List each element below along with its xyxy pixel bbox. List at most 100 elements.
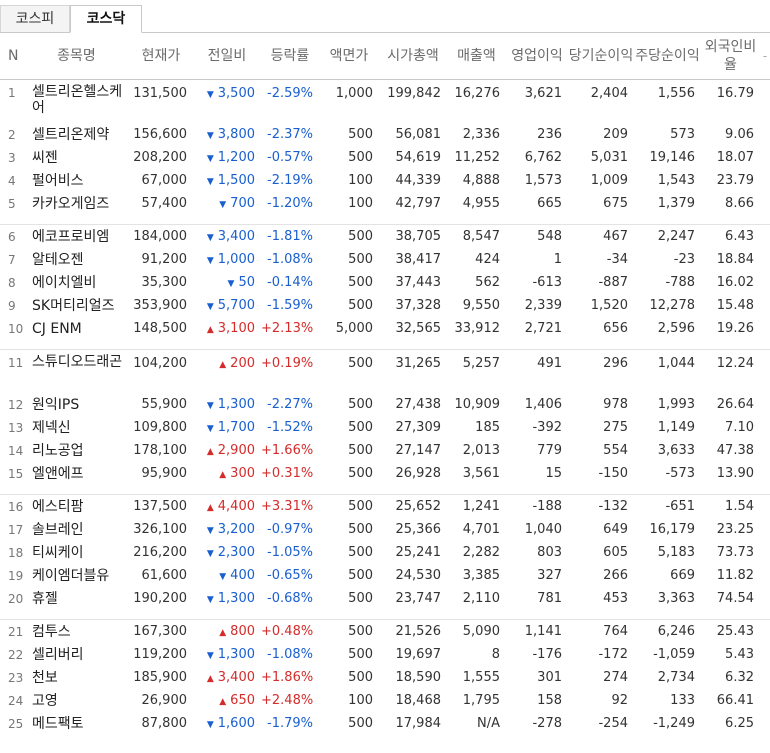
table-row[interactable]: 9 SK머티리얼즈 353,900 ▼ 5,700 -1.59% 500 37,3… bbox=[0, 294, 770, 317]
operating-profit: -392 bbox=[532, 420, 562, 435]
table-row[interactable]: 20 휴젤 190,200 ▼ 1,300 -0.68% 500 23,747 2… bbox=[0, 587, 770, 610]
table-row[interactable]: 22 셀리버리 119,200 ▼ 1,300 -1.08% 500 19,697… bbox=[0, 643, 770, 666]
table-row[interactable]: 6 에코프로비엠 184,000 ▼ 3,400 -1.81% 500 38,70… bbox=[0, 225, 770, 249]
stock-name-link[interactable]: 휴젤 bbox=[24, 587, 129, 610]
stock-name-link[interactable]: SK머티리얼즈 bbox=[24, 294, 129, 317]
table-row[interactable]: 7 알테오젠 91,200 ▼ 1,000 -1.08% 500 38,417 4… bbox=[0, 248, 770, 271]
table-row[interactable]: 25 메드팩토 87,800 ▼ 1,600 -1.79% 500 17,984 … bbox=[0, 712, 770, 735]
stock-name-link[interactable]: 메드팩토 bbox=[24, 712, 129, 735]
stock-name-link[interactable]: 알테오젠 bbox=[24, 248, 129, 271]
stock-name-link[interactable]: 카카오게임즈 bbox=[24, 192, 129, 215]
change-arrow-icon: ▼ bbox=[206, 549, 214, 559]
stock-name-link[interactable]: 리노공업 bbox=[24, 439, 129, 462]
stock-name-link[interactable]: 천보 bbox=[24, 666, 129, 689]
eps: 2,247 bbox=[657, 229, 695, 244]
col-header-price[interactable]: 현재가 bbox=[129, 33, 193, 80]
table-row[interactable]: 12 원익IPS 55,900 ▼ 1,300 -2.27% 500 27,438… bbox=[0, 393, 770, 416]
foreign-ratio: 47.38 bbox=[716, 443, 754, 458]
current-price: 326,100 bbox=[133, 522, 187, 537]
foreign-ratio: 23.79 bbox=[716, 173, 754, 188]
col-header-n[interactable]: N bbox=[0, 33, 24, 80]
current-price: 57,400 bbox=[141, 196, 188, 211]
eps: 2,734 bbox=[657, 670, 695, 685]
table-row[interactable]: 5 카카오게임즈 57,400 ▼ 700 -1.20% 100 42,797 4… bbox=[0, 192, 770, 215]
operating-profit: 327 bbox=[537, 568, 562, 583]
row-spacer bbox=[760, 620, 770, 644]
sales: 8,547 bbox=[462, 229, 500, 244]
foreign-ratio: 5.43 bbox=[725, 647, 754, 662]
operating-profit: 2,721 bbox=[524, 321, 562, 336]
net-income: -132 bbox=[598, 499, 628, 514]
change-arrow-icon: ▲ bbox=[206, 674, 214, 684]
change-rate: -1.52% bbox=[267, 420, 313, 435]
stock-name-link[interactable]: 고영 bbox=[24, 689, 129, 712]
stock-name-link[interactable]: 에스티팜 bbox=[24, 495, 129, 519]
row-number: 15 bbox=[8, 466, 24, 481]
par-value: 500 bbox=[348, 522, 373, 537]
stock-name-link[interactable]: 제넥신 bbox=[24, 416, 129, 439]
par-value: 500 bbox=[348, 624, 373, 639]
stock-name-link[interactable]: 씨젠 bbox=[24, 146, 129, 169]
col-header-operating-profit[interactable]: 영업이익 bbox=[506, 33, 568, 80]
table-row[interactable]: 18 티씨케이 216,200 ▼ 2,300 -1.05% 500 25,241… bbox=[0, 541, 770, 564]
stock-name-link[interactable]: 스튜디오드래곤 bbox=[24, 350, 129, 394]
tab-kosdaq[interactable]: 코스닥 bbox=[70, 5, 142, 33]
stock-name-link[interactable]: 셀리버리 bbox=[24, 643, 129, 666]
change-rate: -2.19% bbox=[267, 173, 313, 188]
table-row[interactable]: 4 펄어비스 67,000 ▼ 1,500 -2.19% 100 44,339 4… bbox=[0, 169, 770, 192]
change-value: 1,700 bbox=[217, 420, 255, 435]
table-row[interactable]: 23 천보 185,900 ▲ 3,400 +1.86% 500 18,590 1… bbox=[0, 666, 770, 689]
change-arrow-icon: ▲ bbox=[219, 697, 227, 707]
table-row[interactable]: 24 고영 26,900 ▲ 650 +2.48% 100 18,468 1,79… bbox=[0, 689, 770, 712]
table-row[interactable]: 2 셀트리온제약 156,600 ▼ 3,800 -2.37% 500 56,08… bbox=[0, 123, 770, 146]
stock-name-link[interactable]: 펄어비스 bbox=[24, 169, 129, 192]
table-row[interactable]: 15 엘앤에프 95,900 ▲ 300 +0.31% 500 26,928 3,… bbox=[0, 462, 770, 485]
col-header-market-cap[interactable]: 시가총액 bbox=[379, 33, 447, 80]
sales: 4,888 bbox=[462, 173, 500, 188]
col-header-par[interactable]: 액면가 bbox=[319, 33, 379, 80]
table-row[interactable]: 14 리노공업 178,100 ▲ 2,900 +1.66% 500 27,147… bbox=[0, 439, 770, 462]
tab-kospi[interactable]: 코스피 bbox=[0, 5, 70, 32]
change-rate: +0.31% bbox=[261, 466, 314, 481]
operating-profit: 236 bbox=[537, 127, 562, 142]
stock-name-link[interactable]: 솔브레인 bbox=[24, 518, 129, 541]
col-header-foreign-ratio[interactable]: 외국인비율 bbox=[701, 33, 760, 80]
stock-name-link[interactable]: 에코프로비엠 bbox=[24, 225, 129, 249]
par-value: 100 bbox=[348, 173, 373, 188]
stock-name-link[interactable]: 셀트리온헬스케어 bbox=[24, 80, 129, 124]
eps: 1,993 bbox=[657, 397, 695, 412]
col-header-sales[interactable]: 매출액 bbox=[447, 33, 506, 80]
table-row[interactable]: 16 에스티팜 137,500 ▲ 4,400 +3.31% 500 25,652… bbox=[0, 495, 770, 519]
table-row[interactable]: 17 솔브레인 326,100 ▼ 3,200 -0.97% 500 25,366… bbox=[0, 518, 770, 541]
change-amount: ▲ 3,100 bbox=[193, 317, 261, 340]
market-cap: 24,530 bbox=[395, 568, 442, 583]
table-row[interactable]: 10 CJ ENM 148,500 ▲ 3,100 +2.13% 5,000 32… bbox=[0, 317, 770, 340]
col-header-rate[interactable]: 등락률 bbox=[261, 33, 319, 80]
current-price: 131,500 bbox=[133, 86, 187, 101]
col-header-change[interactable]: 전일비 bbox=[193, 33, 261, 80]
stock-name-link[interactable]: 셀트리온제약 bbox=[24, 123, 129, 146]
change-value: 4,400 bbox=[217, 499, 255, 514]
table-row[interactable]: 21 컴투스 167,300 ▲ 800 +0.48% 500 21,526 5,… bbox=[0, 620, 770, 644]
stock-name-link[interactable]: 컴투스 bbox=[24, 620, 129, 644]
table-row[interactable]: 19 케이엠더블유 61,600 ▼ 400 -0.65% 500 24,530 … bbox=[0, 564, 770, 587]
market-cap: 18,468 bbox=[395, 693, 442, 708]
col-header-name[interactable]: 종목명 bbox=[24, 33, 129, 80]
stock-name-link[interactable]: 케이엠더블유 bbox=[24, 564, 129, 587]
stock-name-link[interactable]: 원익IPS bbox=[24, 393, 129, 416]
stock-name-link[interactable]: 티씨케이 bbox=[24, 541, 129, 564]
change-amount: ▲ 3,400 bbox=[193, 666, 261, 689]
table-row[interactable]: 13 제넥신 109,800 ▼ 1,700 -1.52% 500 27,309 … bbox=[0, 416, 770, 439]
stock-name-link[interactable]: CJ ENM bbox=[24, 317, 129, 340]
table-row[interactable]: 3 씨젠 208,200 ▼ 1,200 -0.57% 500 54,619 11… bbox=[0, 146, 770, 169]
stock-name-link[interactable]: 에이치엘비 bbox=[24, 271, 129, 294]
col-header-eps[interactable]: 주당순이익 bbox=[634, 33, 701, 80]
eps: 1,543 bbox=[657, 173, 695, 188]
stock-name-link[interactable]: 엘앤에프 bbox=[24, 462, 129, 485]
col-header-net-income[interactable]: 당기순이익 bbox=[568, 33, 634, 80]
table-row[interactable]: 11 스튜디오드래곤 104,200 ▲ 200 +0.19% 500 31,26… bbox=[0, 350, 770, 394]
table-row[interactable]: 8 에이치엘비 35,300 ▼ 50 -0.14% 500 37,443 562… bbox=[0, 271, 770, 294]
change-rate: -2.37% bbox=[267, 127, 313, 142]
operating-profit: 781 bbox=[537, 591, 562, 606]
table-row[interactable]: 1 셀트리온헬스케어 131,500 ▼ 3,500 -2.59% 1,000 1… bbox=[0, 80, 770, 124]
